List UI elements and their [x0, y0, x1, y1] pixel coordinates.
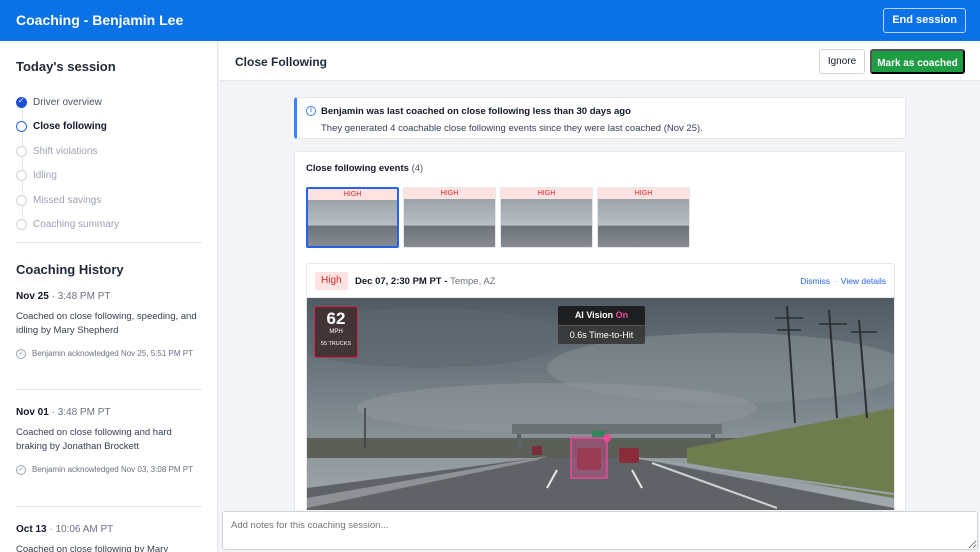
severity-label: HIGH [308, 189, 397, 200]
step-label: Idling [33, 170, 57, 182]
event-thumbnail[interactable]: HIGH [500, 187, 593, 248]
step-coaching-summary[interactable]: Coaching summary [16, 213, 206, 238]
dashcam-thumbnail-image [598, 199, 689, 247]
time-to-hit: 0.6s Time-to-Hit [558, 325, 645, 344]
history-description: Coached on close following and hard brak… [16, 427, 172, 452]
divider [16, 389, 202, 390]
history-description: Coached on close following, speeding, an… [16, 311, 197, 336]
speed-overlay: 62 MPH 55 TRUCKS [314, 306, 358, 358]
step-close-following[interactable]: Close following [16, 115, 206, 140]
event-detail: High Dec 07, 2:30 PM PT - Tempe, AZ Dism… [306, 263, 895, 520]
step-shift-violations[interactable]: Shift violations [16, 139, 206, 164]
dismiss-link[interactable]: Dismiss [800, 276, 830, 286]
severity-label: HIGH [404, 188, 495, 199]
step-label: Coaching summary [33, 219, 120, 231]
severity-label: HIGH [501, 188, 592, 199]
dashcam-thumbnail-image [404, 199, 495, 247]
speed-value: 62 [326, 309, 346, 328]
history-entry: Nov 25 · 3:48 PM PT Coached on close fol… [16, 291, 202, 360]
step-complete-icon [16, 96, 27, 108]
step-pending-icon [16, 145, 27, 157]
history-date: Oct 13 · 10:06 AM PT [16, 524, 114, 535]
step-label: Missed savings [33, 194, 102, 206]
events-card: Close following events (4) HIGH HIGH HIG… [294, 151, 906, 521]
event-thumbnail[interactable]: HIGH [403, 187, 496, 248]
step-pending-icon [16, 170, 27, 182]
history-entry: Oct 13 · 10:06 AM PT Coached on close fo… [16, 524, 202, 552]
divider [16, 242, 202, 243]
info-icon: i [306, 106, 316, 116]
history-acknowledgement: ✓ Benjamin acknowledged Nov 25, 5:51 PM … [16, 348, 202, 360]
step-idling[interactable]: Idling [16, 164, 206, 189]
notes-bar [220, 510, 980, 552]
end-session-button[interactable]: End session [883, 8, 966, 33]
dashcam-thumbnail-image [308, 200, 397, 246]
history-description: Coached on close following by Mary [16, 544, 169, 552]
event-thumbnail[interactable]: HIGH [597, 187, 690, 248]
banner-body: They generated 4 coachable close followi… [321, 123, 703, 134]
view-details-link[interactable]: View details [841, 276, 886, 286]
coaching-notes-input[interactable] [222, 511, 978, 550]
speed-unit: MPH [329, 329, 343, 335]
divider [16, 506, 202, 507]
mark-as-coached-button[interactable]: Mark as coached [870, 49, 965, 74]
main-header: Close Following Ignore Mark as coached [219, 41, 980, 81]
step-pending-icon [16, 219, 27, 231]
info-banner: i Benjamin was last coached on close fol… [294, 97, 906, 139]
ai-vision-overlay: AI Vision On 0.6s Time-to-Hit [558, 306, 645, 346]
step-label: Shift violations [33, 145, 98, 157]
sidebar: Today's session Driver overview Close fo… [0, 41, 218, 552]
page-title: Coaching - Benjamin Lee [16, 12, 184, 28]
step-label: Close following [33, 121, 107, 133]
top-bar: Coaching - Benjamin Lee End session [0, 0, 980, 41]
history-date: Nov 01 · 3:48 PM PT [16, 407, 111, 418]
speed-limit-label: 55 TRUCKS [320, 341, 352, 347]
severity-badge: High [315, 272, 348, 290]
severity-label: HIGH [598, 188, 689, 199]
session-steps: Driver overview Close following Shift vi… [16, 90, 206, 237]
dashcam-thumbnail-image [501, 199, 592, 247]
check-circle-icon: ✓ [16, 465, 26, 475]
check-circle-icon: ✓ [16, 349, 26, 359]
step-label: Driver overview [33, 96, 102, 108]
events-title: Close following events (4) [306, 163, 424, 174]
session-title: Today's session [16, 59, 116, 74]
step-missed-savings[interactable]: Missed savings [16, 188, 206, 213]
event-detail-header: High Dec 07, 2:30 PM PT - Tempe, AZ Dism… [307, 264, 894, 298]
event-thumbnail[interactable]: HIGH [306, 187, 399, 248]
step-current-icon [16, 121, 27, 133]
section-title: Close Following [235, 55, 327, 69]
history-entry: Nov 01 · 3:48 PM PT Coached on close fol… [16, 407, 202, 476]
banner-title: Benjamin was last coached on close follo… [321, 106, 631, 117]
ignore-button[interactable]: Ignore [819, 49, 865, 74]
dashcam-video[interactable]: 62 MPH 55 TRUCKS AI Vision On 0.6s Time-… [307, 298, 894, 520]
step-driver-overview[interactable]: Driver overview [16, 90, 206, 115]
step-pending-icon [16, 194, 27, 206]
history-title: Coaching History [16, 262, 124, 277]
ai-vision-status: AI Vision On [558, 306, 645, 325]
event-thumbnails: HIGH HIGH HIGH HIGH [306, 187, 694, 248]
history-acknowledgement: ✓ Benjamin acknowledged Nov 03, 3:08 PM … [16, 464, 202, 476]
event-actions: Dismiss · View details [800, 276, 886, 286]
history-date: Nov 25 · 3:48 PM PT [16, 291, 111, 302]
event-datetime: Dec 07, 2:30 PM PT - Tempe, AZ [355, 276, 496, 287]
